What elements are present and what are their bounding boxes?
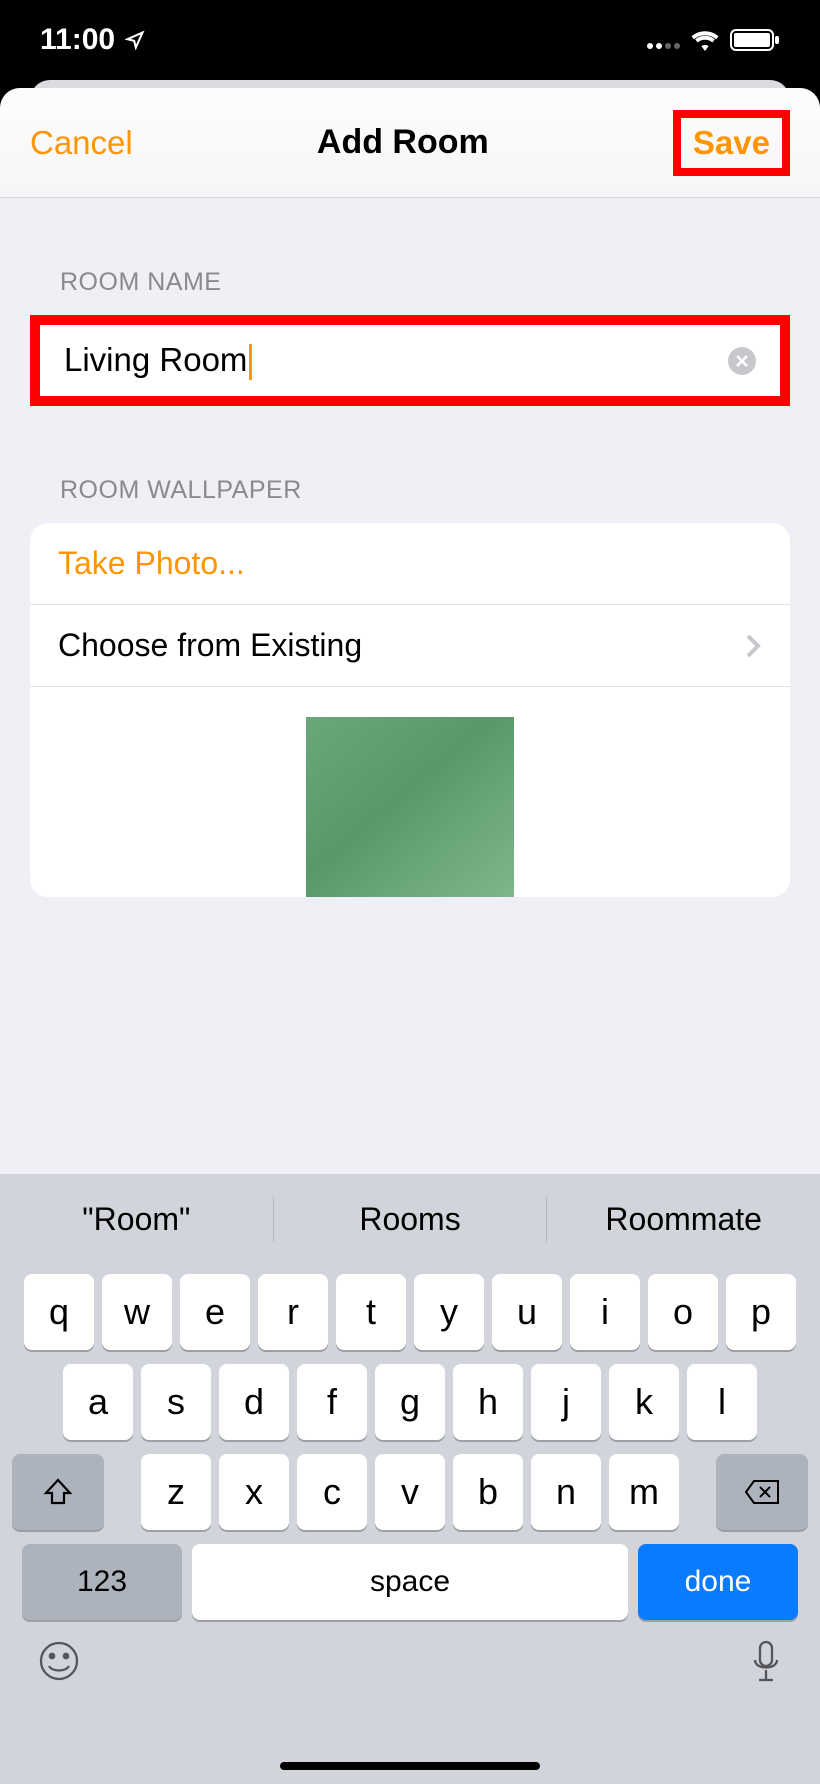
wifi-icon — [690, 29, 720, 51]
key-w[interactable]: w — [102, 1274, 172, 1350]
key-q[interactable]: q — [24, 1274, 94, 1350]
choose-existing-button[interactable]: Choose from Existing — [30, 605, 790, 687]
keyboard-footer — [0, 1620, 820, 1686]
key-row-2: a s d f g h j k l — [10, 1364, 810, 1440]
key-z[interactable]: z — [141, 1454, 211, 1530]
key-o[interactable]: o — [648, 1274, 718, 1350]
room-name-label: ROOM NAME — [0, 198, 820, 315]
modal-sheet: Cancel Add Room Save ROOM NAME Living Ro… — [0, 88, 820, 1784]
suggestion-3[interactable]: Roommate — [547, 1201, 820, 1238]
backspace-key[interactable] — [716, 1454, 808, 1530]
status-bar: 11:00 — [0, 0, 820, 80]
wallpaper-label: ROOM WALLPAPER — [0, 406, 820, 523]
room-name-input[interactable]: Living Room — [40, 325, 780, 396]
status-time: 11:00 — [40, 23, 115, 57]
key-a[interactable]: a — [63, 1364, 133, 1440]
content-area: ROOM NAME Living Room ROOM WALLPAPER Tak… — [0, 198, 820, 897]
wallpaper-preview-row — [30, 687, 790, 897]
take-photo-label: Take Photo... — [58, 545, 245, 582]
key-h[interactable]: h — [453, 1364, 523, 1440]
done-key[interactable]: done — [638, 1544, 798, 1620]
space-key[interactable]: space — [192, 1544, 628, 1620]
close-icon — [735, 354, 749, 368]
emoji-icon[interactable] — [38, 1640, 80, 1682]
battery-icon — [730, 29, 780, 51]
suggestion-2[interactable]: Rooms — [274, 1201, 547, 1238]
key-d[interactable]: d — [219, 1364, 289, 1440]
clear-text-button[interactable] — [728, 347, 756, 375]
page-title: Add Room — [317, 123, 489, 162]
text-cursor — [249, 344, 252, 380]
room-name-field-highlight: Living Room — [30, 315, 790, 406]
room-name-value: Living Room — [64, 341, 728, 380]
suggestion-1[interactable]: "Room" — [0, 1201, 273, 1238]
key-r[interactable]: r — [258, 1274, 328, 1350]
key-m[interactable]: m — [609, 1454, 679, 1530]
key-f[interactable]: f — [297, 1364, 367, 1440]
keyboard: "Room" Rooms Roommate q w e r t y u i o … — [0, 1174, 820, 1784]
shift-icon — [43, 1477, 73, 1507]
location-icon — [125, 30, 145, 50]
chevron-right-icon — [744, 632, 762, 660]
key-row-4: 123 space done — [10, 1544, 810, 1620]
home-indicator[interactable] — [280, 1762, 540, 1770]
key-row-1: q w e r t y u i o p — [10, 1274, 810, 1350]
key-s[interactable]: s — [141, 1364, 211, 1440]
key-v[interactable]: v — [375, 1454, 445, 1530]
key-row-3: z x c v b n m — [10, 1454, 810, 1530]
key-j[interactable]: j — [531, 1364, 601, 1440]
signal-icon — [646, 30, 680, 50]
key-e[interactable]: e — [180, 1274, 250, 1350]
key-t[interactable]: t — [336, 1274, 406, 1350]
dictation-icon[interactable] — [750, 1640, 782, 1686]
key-l[interactable]: l — [687, 1364, 757, 1440]
navigation-bar: Cancel Add Room Save — [0, 88, 820, 198]
shift-key[interactable] — [12, 1454, 104, 1530]
wallpaper-thumbnail[interactable] — [306, 717, 514, 897]
key-y[interactable]: y — [414, 1274, 484, 1350]
key-b[interactable]: b — [453, 1454, 523, 1530]
cancel-button[interactable]: Cancel — [30, 124, 133, 162]
key-u[interactable]: u — [492, 1274, 562, 1350]
save-button[interactable]: Save — [673, 110, 790, 176]
key-n[interactable]: n — [531, 1454, 601, 1530]
key-g[interactable]: g — [375, 1364, 445, 1440]
key-p[interactable]: p — [726, 1274, 796, 1350]
key-x[interactable]: x — [219, 1454, 289, 1530]
key-c[interactable]: c — [297, 1454, 367, 1530]
take-photo-button[interactable]: Take Photo... — [30, 523, 790, 605]
key-k[interactable]: k — [609, 1364, 679, 1440]
wallpaper-card: Take Photo... Choose from Existing — [30, 523, 790, 897]
backspace-icon — [744, 1479, 780, 1505]
suggestion-bar: "Room" Rooms Roommate — [0, 1174, 820, 1264]
key-i[interactable]: i — [570, 1274, 640, 1350]
choose-existing-label: Choose from Existing — [58, 627, 362, 664]
numeric-key[interactable]: 123 — [22, 1544, 182, 1620]
